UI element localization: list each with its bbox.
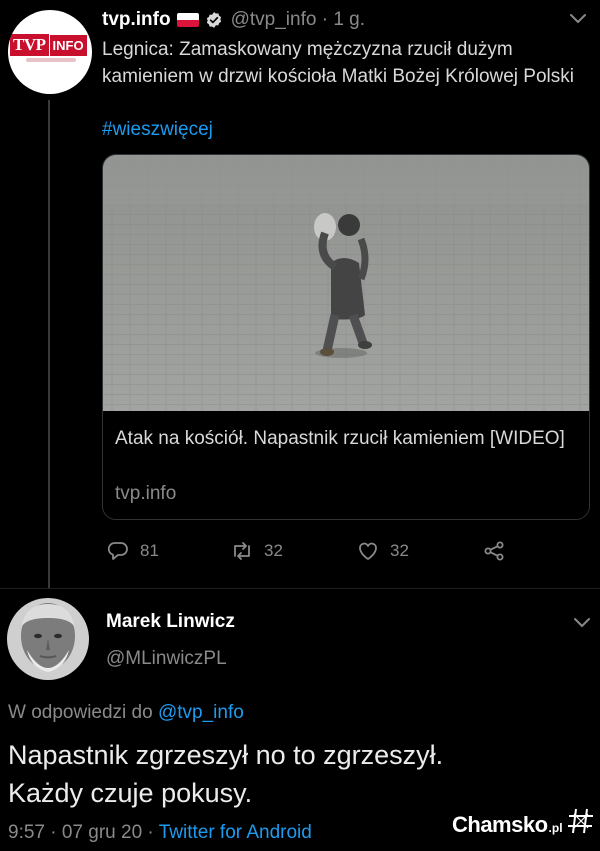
share-button[interactable]	[482, 538, 516, 564]
reply-timestamp[interactable]: 9:57 · 07 gru 20 ·	[8, 822, 159, 843]
chamsko-watermark: Chamsko .pl	[452, 812, 563, 838]
author-handle[interactable]: @tvp_info · 1 g.	[231, 9, 365, 31]
watermark-main: Chamsko	[452, 812, 548, 837]
reply-prefix: W odpowiedzi do	[8, 702, 153, 723]
tweet-text: Legnica: Zamaskowany mężczyzna rzucił du…	[102, 39, 574, 87]
like-icon	[359, 542, 377, 560]
reply-context: W odpowiedzi do @tvp_info	[8, 702, 244, 724]
reply-text-line2: Każdy czuje pokusy.	[8, 778, 253, 808]
verified-badge-icon	[206, 12, 221, 28]
retweet-button[interactable]: 32	[230, 538, 283, 564]
retweet-count: 32	[264, 541, 283, 560]
tweet-tvp-info[interactable]: TVP INFO tvp.info @tvp_info · 1 g. Legni…	[0, 0, 600, 588]
reply-author-name[interactable]: Marek Linwicz	[106, 611, 235, 633]
reply-count: 81	[140, 541, 159, 560]
like-button[interactable]: 32	[356, 538, 409, 564]
reply-author-handle[interactable]: @MLinwiczPL	[106, 648, 227, 670]
tweet-header: tvp.info @tvp_info · 1 g.	[102, 8, 365, 32]
reply-text: Napastnik zgrzeszył no to zgrzeszył. Każ…	[8, 736, 588, 812]
card-video-thumbnail[interactable]	[103, 155, 590, 411]
like-count: 32	[390, 541, 409, 560]
poland-flag-icon	[176, 13, 199, 27]
tvp-logo-suffix: INFO	[49, 34, 87, 56]
tvp-logo-main: TVP	[10, 34, 49, 56]
reply-icon	[107, 542, 128, 560]
card-title[interactable]: Atak na kościół. Napastnik rzucił kamien…	[115, 425, 575, 452]
avatar-marek-linwicz[interactable]	[7, 598, 89, 680]
tweet-time: · 1 g.	[321, 9, 366, 30]
tvp-logo-underline	[26, 58, 76, 62]
reply-text-line1: Napastnik zgrzeszył no to zgrzeszył.	[8, 740, 444, 770]
hashtag-link[interactable]: #wieszwięcej	[102, 119, 213, 141]
tweet-divider	[0, 588, 600, 589]
author-name[interactable]: tvp.info	[102, 9, 171, 31]
tweet-actions: 81 32 32	[102, 538, 592, 564]
card-domain: tvp.info	[115, 483, 177, 504]
share-icon	[484, 541, 504, 561]
link-card[interactable]: Atak na kościół. Napastnik rzucił kamien…	[102, 154, 590, 520]
reply-to-link[interactable]: @tvp_info	[158, 702, 244, 723]
reply-client-link[interactable]: Twitter for Android	[159, 822, 312, 843]
watermark-tld: .pl	[548, 821, 563, 835]
avatar-tvp-info[interactable]: TVP INFO	[8, 10, 92, 94]
reply-meta: 9:57 · 07 gru 20 · Twitter for Android	[8, 822, 312, 844]
reply-button[interactable]: 81	[106, 538, 159, 564]
tvp-info-logo: TVP INFO	[10, 34, 87, 56]
retweet-icon	[234, 542, 250, 560]
chamsko-logo-icon	[568, 808, 593, 834]
thread-line	[48, 100, 50, 588]
chevron-down-icon[interactable]	[572, 616, 592, 630]
chevron-down-icon[interactable]	[568, 12, 588, 26]
